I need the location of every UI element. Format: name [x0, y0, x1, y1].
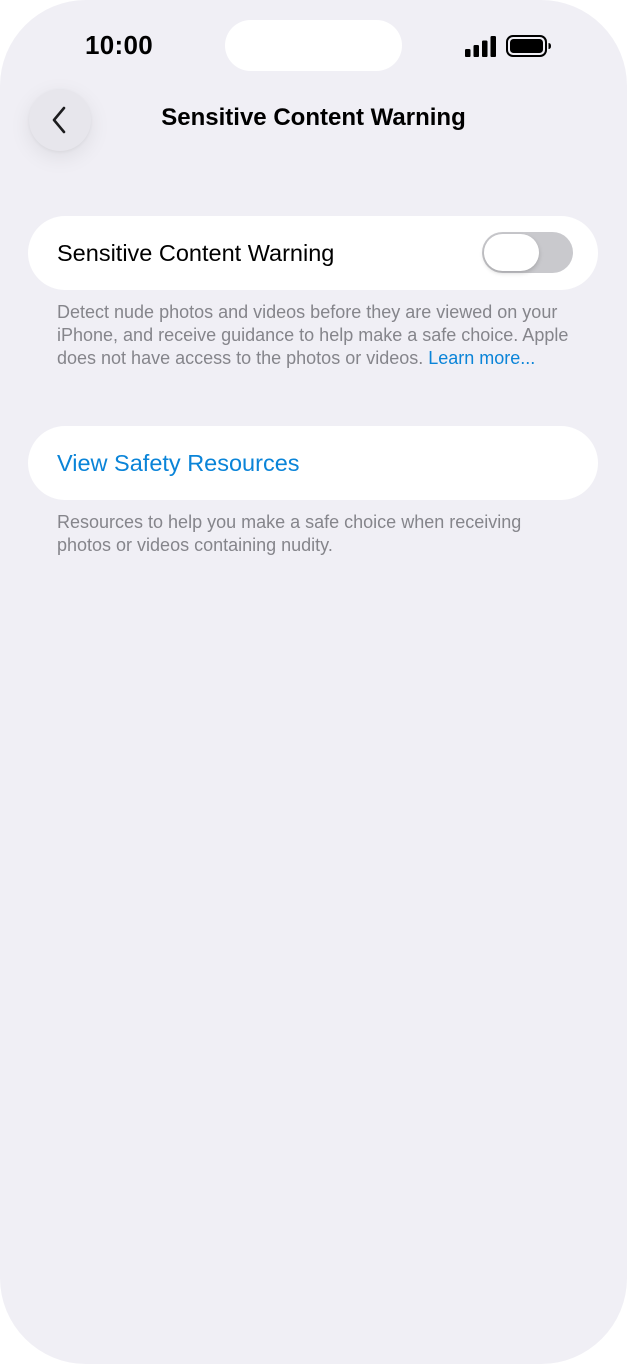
view-safety-resources-link[interactable]: View Safety Resources	[57, 450, 300, 477]
status-time: 10:00	[85, 30, 153, 60]
learn-more-link[interactable]: Learn more...	[428, 348, 535, 368]
page-title: Sensitive Content Warning	[161, 104, 466, 131]
view-safety-resources-row[interactable]: View Safety Resources	[28, 426, 598, 500]
cellular-signal-icon	[465, 36, 496, 57]
safety-resources-description: Resources to help you make a safe choice…	[57, 512, 522, 555]
sensitive-content-warning-label: Sensitive Content Warning	[57, 240, 335, 266]
phone-screen: 10:00 Sensitive Content Warning Sensitiv…	[0, 0, 627, 1364]
sensitive-content-warning-row[interactable]: Sensitive Content Warning	[28, 216, 598, 290]
warning-description: Detect nude photos and videos before the…	[57, 301, 577, 370]
status-bar: 10:00	[0, 0, 627, 92]
toggle-knob	[484, 234, 539, 271]
sensitive-content-warning-toggle[interactable]	[482, 232, 573, 273]
battery-icon	[506, 35, 551, 57]
dynamic-island	[225, 20, 402, 71]
